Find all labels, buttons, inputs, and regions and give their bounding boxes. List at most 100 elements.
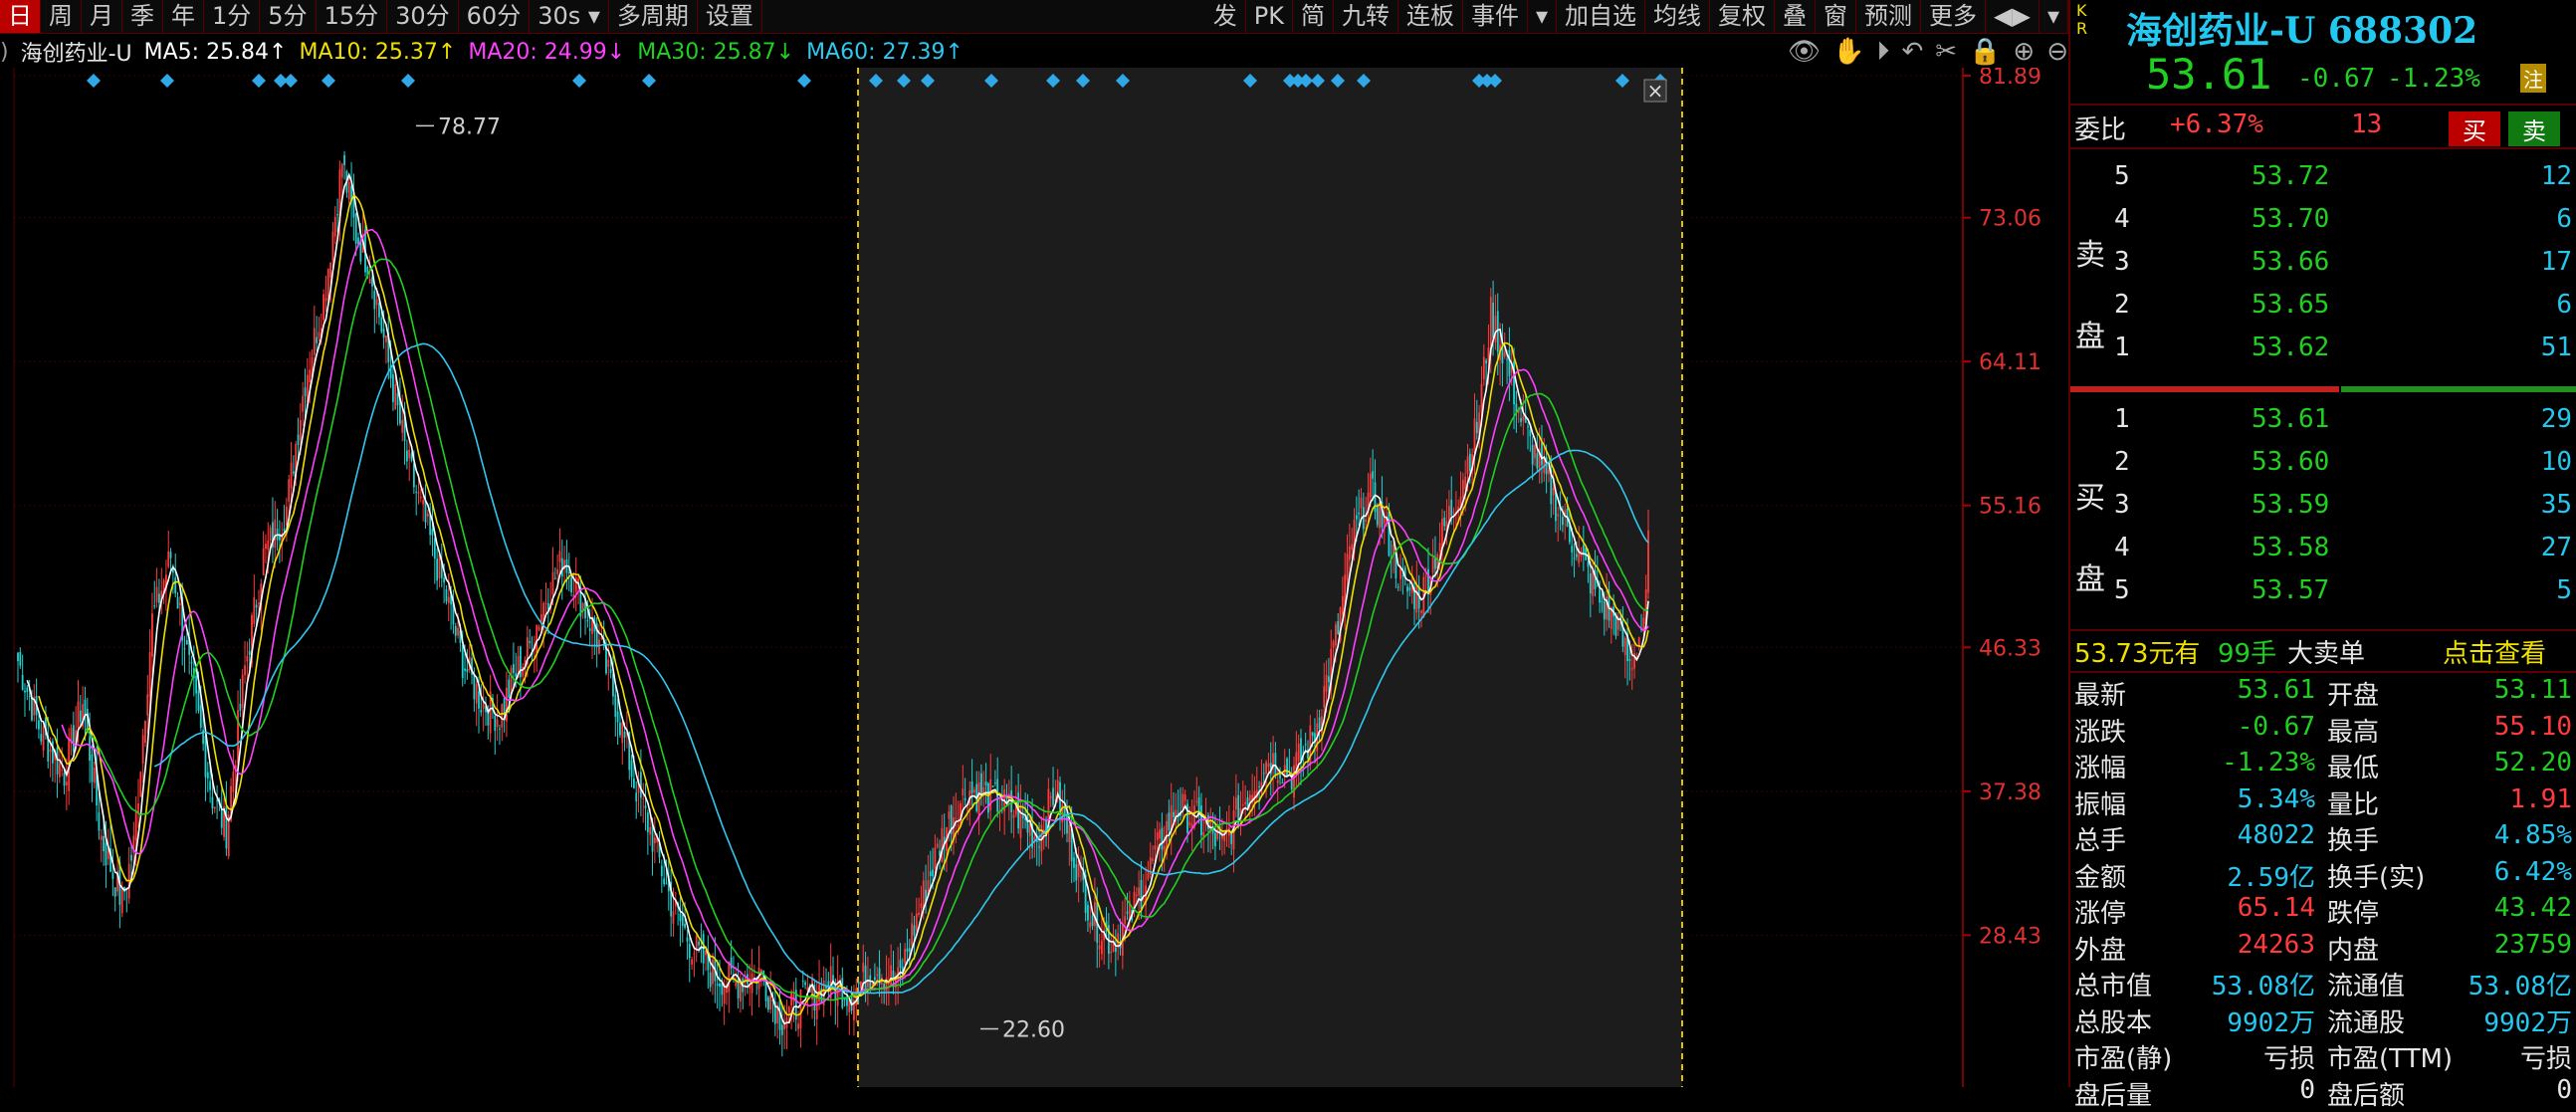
toolbar-period-3[interactable]: 季	[122, 0, 163, 33]
candle-body-58	[151, 613, 153, 657]
toolbar-tool-13[interactable]: 更多	[1921, 0, 1987, 33]
candle-body-55	[144, 721, 146, 743]
candle-body-530	[1244, 801, 1247, 804]
candle-body-580	[1360, 497, 1363, 509]
candle-body-550	[1290, 779, 1293, 790]
y-tick-label-4: 46.33	[1979, 636, 2041, 661]
toolbar-tool-2[interactable]: 简	[1293, 0, 1334, 33]
candle-body-526	[1234, 797, 1237, 810]
toolbar-tool-12[interactable]: 预测	[1856, 0, 1922, 33]
candle-body-9	[38, 720, 40, 730]
candle-body-606	[1420, 610, 1422, 613]
zoom-in-icon[interactable]: ⊕	[2013, 37, 2035, 67]
sell-level-5[interactable]: 5 53.72 12	[2070, 155, 2576, 198]
sell-level-3[interactable]: 3 53.66 17	[2070, 241, 2576, 284]
candle-body-303	[719, 983, 721, 987]
candle-body-138	[336, 214, 338, 216]
event-marker-9	[797, 74, 811, 88]
sell-level-4[interactable]: 4 53.70 6	[2070, 198, 2576, 241]
toolbar-tool-8[interactable]: 均线	[1645, 0, 1711, 33]
candle-body-494	[1161, 827, 1164, 850]
toolbar-period-0[interactable]: 日	[0, 0, 41, 33]
candle-body-340	[804, 982, 806, 986]
toolbar-period-7[interactable]: 15分	[317, 0, 388, 33]
toolbar-period-5[interactable]: 1分	[204, 0, 261, 33]
candle-body-383	[904, 949, 907, 964]
candle-body-4	[26, 687, 29, 692]
candle-body-173	[417, 492, 420, 494]
buy-button[interactable]: 买	[2449, 111, 2500, 146]
candle-body-83	[209, 780, 212, 790]
play-icon[interactable]: ⏵	[1876, 37, 1889, 68]
candle-body-620	[1452, 512, 1455, 514]
eye-icon[interactable]: 👁	[1788, 37, 1821, 67]
buy-level-1[interactable]: 1 53.61 29	[2070, 398, 2576, 441]
close-interval-button[interactable]: ×	[1643, 79, 1667, 103]
zoom-out-icon[interactable]: ⊖	[2046, 37, 2068, 67]
toolbar-tool-10[interactable]: 叠	[1775, 0, 1817, 33]
toolbar-tool-3[interactable]: 九转	[1334, 0, 1398, 33]
candle-body-339	[801, 981, 804, 983]
toolbar-period-11[interactable]: 多周期	[609, 0, 698, 33]
candle-body-200	[480, 709, 483, 713]
buy-level-5[interactable]: 5 53.57 5	[2070, 569, 2576, 612]
buy-level-4[interactable]: 4 53.58 27	[2070, 527, 2576, 569]
toolbar-period-10[interactable]: 30s ▾	[530, 0, 609, 33]
candle-body-485	[1140, 880, 1143, 909]
candle-body-635	[1487, 347, 1490, 361]
candle-body-73	[185, 640, 188, 645]
candle-body-246	[586, 620, 589, 622]
candle-body-457	[1075, 864, 1078, 881]
candle-body-211	[506, 687, 508, 722]
toolbar-tool-5[interactable]: 事件	[1463, 0, 1528, 33]
toolbar-tool-11[interactable]: 窗	[1816, 0, 1857, 33]
candle-body-614	[1438, 543, 1441, 553]
toolbar-tool-14[interactable]: ◀▶	[1986, 0, 2039, 33]
candle-body-279	[663, 878, 666, 885]
undo-icon[interactable]: ↶	[1901, 37, 1923, 67]
toolbar-period-4[interactable]: 年	[163, 0, 204, 33]
sell-level-2[interactable]: 2 53.65 6	[2070, 284, 2576, 327]
toolbar-period-12[interactable]: 设置	[698, 0, 762, 33]
candle-body-286	[679, 913, 682, 922]
ma-legend: ) 海创药业-U MA5: 25.84↑ MA10: 25.37↑ MA20: …	[0, 36, 2068, 68]
toolbar-period-8[interactable]: 30分	[387, 0, 459, 33]
toolbar-tool-7[interactable]: 加自选	[1557, 0, 1646, 33]
candle-body-436	[1026, 814, 1029, 833]
candle-body-702	[1642, 617, 1645, 630]
kline-chart[interactable]: 81.89 73.06 64.11 55.16 46.33 37.38 28.43 78.7…	[0, 68, 2068, 1087]
candle-body-208	[499, 728, 501, 730]
candle-body-676	[1582, 545, 1585, 555]
toolbar-tool-9[interactable]: 复权	[1710, 0, 1776, 33]
stats-row-11: 盘后量 0 盘后额 0	[2074, 1074, 2572, 1111]
buy-level-2[interactable]: 2 53.60 10	[2070, 441, 2576, 484]
candle-body-538	[1262, 773, 1265, 775]
candle-body-381	[899, 960, 902, 968]
buy-level-3[interactable]: 3 53.59 35	[2070, 484, 2576, 527]
toolbar-tool-0[interactable]: 发	[1205, 0, 1246, 33]
toolbar-period-9[interactable]: 60分	[459, 0, 531, 33]
view-big-order-link[interactable]: 点击查看	[2443, 633, 2546, 670]
toolbar-tool-1[interactable]: PK	[1246, 0, 1293, 33]
candle-body-409	[964, 797, 966, 800]
lock-icon[interactable]: 🔒	[1969, 37, 2001, 67]
hand-icon[interactable]: ✋	[1832, 37, 1864, 67]
sell-button[interactable]: 卖	[2508, 111, 2560, 146]
sell-level-1[interactable]: 1 53.62 51	[2070, 327, 2576, 369]
toolbar-period-1[interactable]: 周	[41, 0, 82, 33]
ma20-label: MA20: 24.99↓	[468, 39, 626, 65]
toolbar-tool-15[interactable]: ▾	[2039, 0, 2068, 33]
toolbar-period-2[interactable]: 月	[82, 0, 122, 33]
candle-body-673	[1575, 554, 1578, 557]
candle-body-611	[1431, 556, 1434, 573]
candle-body-506	[1188, 821, 1191, 825]
ma-close-icon[interactable]: )	[0, 40, 9, 65]
toolbar-tool-4[interactable]: 连板	[1398, 0, 1463, 33]
candle-body-679	[1589, 573, 1592, 594]
candle-body-499	[1173, 811, 1175, 817]
candle-body-624	[1461, 479, 1464, 498]
scissors-icon[interactable]: ✂	[1935, 37, 1957, 67]
toolbar-tool-6[interactable]: ▾	[1528, 0, 1558, 33]
toolbar-period-6[interactable]: 5分	[260, 0, 317, 33]
candle-body-251	[598, 639, 600, 654]
